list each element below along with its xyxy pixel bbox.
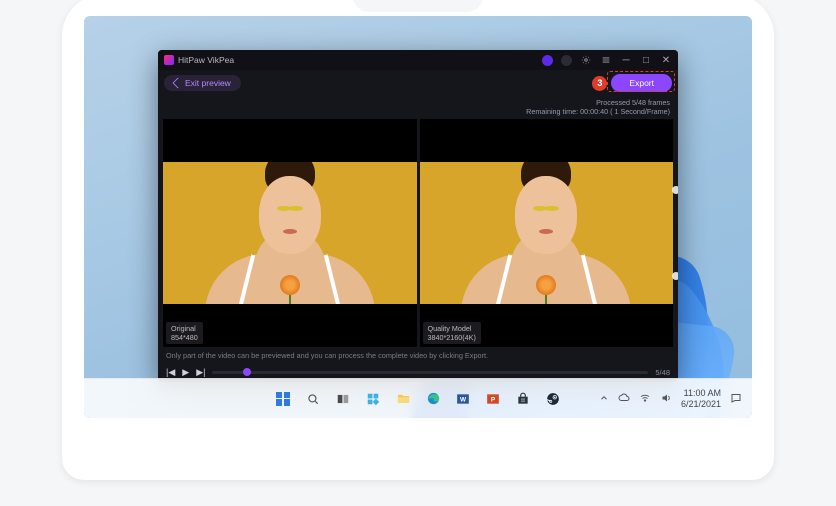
- enhanced-image: [420, 162, 674, 303]
- store-icon[interactable]: [512, 388, 534, 410]
- enhanced-label: Quality Model 3840*2160(4K): [423, 322, 481, 344]
- handle-bottom-icon[interactable]: [672, 272, 678, 280]
- menu-icon[interactable]: [600, 54, 612, 66]
- title-gray-dot-icon[interactable]: [561, 55, 572, 66]
- enhanced-title: Quality Model: [428, 324, 476, 333]
- taskbar-tray: 11:00 AM 6/21/2021: [599, 388, 742, 409]
- explorer-icon[interactable]: [392, 388, 414, 410]
- handle-top-icon[interactable]: [672, 186, 678, 194]
- app-title: HitPaw VikPea: [178, 55, 234, 65]
- frame-counter: 5/48: [655, 368, 670, 377]
- original-label: Original 854*480: [166, 322, 203, 344]
- window-controls: ─ □ ✕: [542, 54, 672, 66]
- exit-preview-label: Exit preview: [185, 78, 231, 88]
- taskbar-center: W P: [272, 388, 564, 410]
- clock-time: 11:00 AM: [681, 388, 721, 398]
- app-logo-icon: [164, 55, 174, 65]
- titlebar: HitPaw VikPea ─ □ ✕: [158, 50, 678, 70]
- prev-frame-icon[interactable]: |◀: [166, 367, 175, 378]
- next-frame-icon[interactable]: ▶|: [196, 367, 205, 378]
- original-pane: Original 854*480: [163, 119, 417, 347]
- preview-hint: Only part of the video can be previewed …: [158, 347, 678, 362]
- steam-icon[interactable]: [542, 388, 564, 410]
- tray-volume-icon[interactable]: [660, 392, 672, 406]
- tray-notifications-icon[interactable]: [730, 392, 742, 406]
- title-purple-dot-icon[interactable]: [542, 55, 553, 66]
- playhead[interactable]: [243, 368, 251, 376]
- laptop-notch: [353, 0, 483, 12]
- start-icon[interactable]: [272, 388, 294, 410]
- svg-text:P: P: [491, 396, 496, 403]
- timeline[interactable]: [212, 371, 648, 374]
- laptop-frame: HitPaw VikPea ─ □ ✕: [62, 0, 774, 480]
- step-badge: 3: [592, 76, 607, 91]
- app-window: HitPaw VikPea ─ □ ✕: [158, 50, 678, 382]
- status-remaining: Remaining time: 00:00:40 ( 1 Second/Fram…: [158, 107, 670, 116]
- tray-chevron-icon[interactable]: [599, 393, 609, 405]
- comparison-handles: [670, 119, 678, 347]
- processing-status: Processed 5/48 frames Remaining time: 00…: [158, 96, 678, 119]
- word-icon[interactable]: W: [452, 388, 474, 410]
- maximize-icon[interactable]: □: [640, 54, 652, 66]
- toolbar: Exit preview 3 Export: [158, 70, 678, 96]
- play-icon[interactable]: ▶: [182, 367, 189, 378]
- minimize-icon[interactable]: ─: [620, 54, 632, 66]
- original-image: [163, 162, 417, 303]
- enhanced-res: 3840*2160(4K): [428, 333, 476, 342]
- edge-icon[interactable]: [422, 388, 444, 410]
- widgets-icon[interactable]: [362, 388, 384, 410]
- settings-icon[interactable]: [580, 54, 592, 66]
- compare-view: Original 854*480 Quality Model: [158, 119, 678, 347]
- taskbar: W P: [84, 378, 752, 418]
- svg-text:W: W: [460, 396, 467, 403]
- exit-preview-button[interactable]: Exit preview: [164, 75, 241, 91]
- powerpoint-icon[interactable]: P: [482, 388, 504, 410]
- enhanced-pane: Quality Model 3840*2160(4K): [420, 119, 674, 347]
- tray-wifi-icon[interactable]: [639, 392, 651, 406]
- search-icon[interactable]: [302, 388, 324, 410]
- clock-date: 6/21/2021: [681, 399, 721, 409]
- close-icon[interactable]: ✕: [660, 54, 672, 66]
- desktop-screen: HitPaw VikPea ─ □ ✕: [84, 16, 752, 418]
- tray-cloud-icon[interactable]: [618, 392, 630, 406]
- taskview-icon[interactable]: [332, 388, 354, 410]
- status-frames: Processed 5/48 frames: [158, 98, 670, 107]
- export-button[interactable]: Export: [611, 74, 672, 92]
- original-title: Original: [171, 324, 198, 333]
- original-res: 854*480: [171, 333, 198, 342]
- export-group: 3 Export: [592, 74, 672, 92]
- clock[interactable]: 11:00 AM 6/21/2021: [681, 388, 721, 409]
